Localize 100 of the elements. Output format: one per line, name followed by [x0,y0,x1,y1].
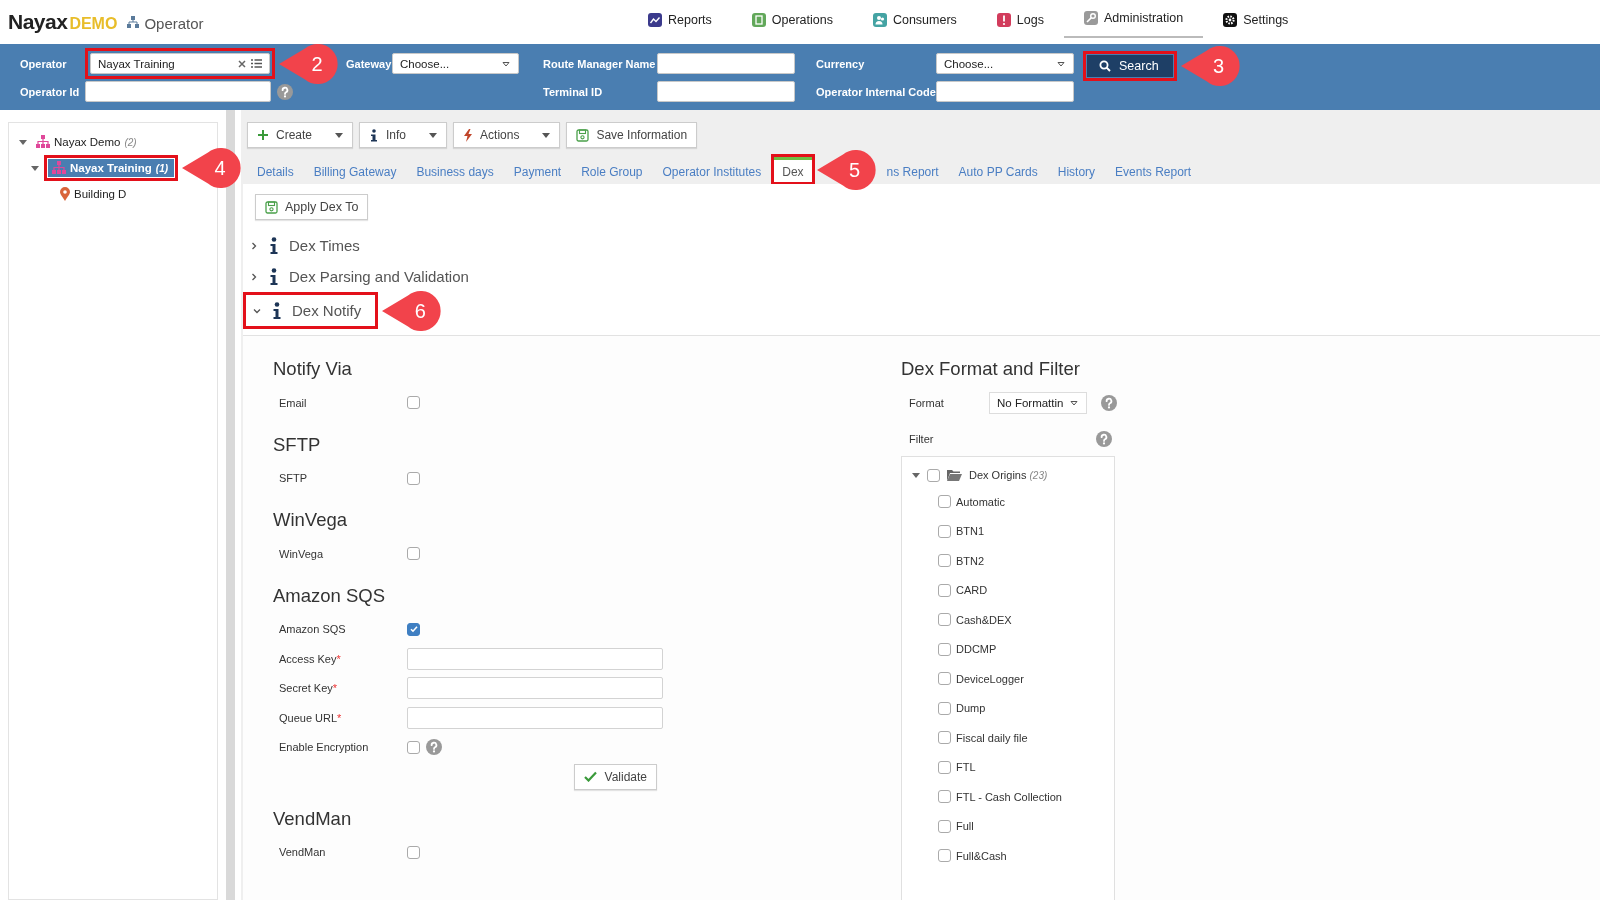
expand-icon[interactable] [912,471,920,479]
checkbox[interactable] [938,760,951,774]
checkbox[interactable] [938,701,951,715]
tree-item[interactable]: Fiscal daily file [956,731,1028,744]
tab[interactable]: ns Report [876,156,949,184]
checkbox[interactable] [938,731,951,745]
tab[interactable]: Operator Institutes [652,156,772,184]
splitter-handle[interactable] [226,110,235,900]
dropdown-button[interactable]: Actions [453,122,561,148]
tree-item[interactable]: Full&Cash [956,849,1007,862]
tab[interactable]: Role Group [571,156,653,184]
tree-item[interactable]: Building D [56,185,133,203]
tab[interactable]: Business days [406,156,504,184]
checkbox[interactable] [407,740,420,754]
dropdown[interactable]: Choose... [936,53,1074,74]
tab[interactable]: Auto PP Cards [948,156,1048,184]
checkbox[interactable] [407,396,420,410]
callout-badge: 6 [380,288,443,333]
tree-item[interactable]: FTL [956,761,976,774]
nav-link[interactable]: Settings [1203,0,1309,42]
checkbox[interactable] [407,547,420,561]
tree-item[interactable]: BTN1 [956,525,985,538]
input-field[interactable] [407,677,663,700]
tree-item[interactable]: Automatic [956,495,1005,508]
help-icon[interactable] [426,739,442,756]
search-button[interactable]: Search [1087,55,1173,77]
logo: Nayax [8,10,68,34]
tree-item[interactable]: Nayax Training (1) [48,159,175,177]
field-label: SFTP [278,472,309,485]
tree-item[interactable]: FTL - Cash Collection [956,790,1062,803]
hierarchy-icon [52,161,66,175]
input-field[interactable] [657,53,795,74]
tree-item[interactable]: BTN2 [956,554,985,567]
checkbox[interactable] [938,790,951,804]
info-icon [369,128,380,142]
lookup-field[interactable]: Nayax Training [90,53,270,74]
checkbox[interactable] [938,583,951,597]
nav-link[interactable]: Operations [731,0,853,42]
floppy-icon [265,200,278,214]
tree-item[interactable]: DDCMP [956,643,997,656]
callout-badge: 4 [180,146,243,190]
help-icon[interactable] [277,83,293,100]
tab[interactable]: Dex [774,157,812,182]
input-field[interactable] [407,706,663,729]
field-label: Access Key* [278,652,342,665]
checkbox[interactable] [938,849,951,863]
clear-icon[interactable] [238,59,246,68]
lightning-icon [463,128,474,142]
tab[interactable]: History [1047,156,1106,184]
tree-item[interactable]: Nayax Demo (2) [32,133,143,151]
help-icon[interactable] [1096,431,1112,447]
info-icon [269,236,279,255]
checkbox[interactable] [407,845,420,859]
expand-icon[interactable] [19,138,27,146]
checkbox[interactable] [938,672,951,686]
group-heading: WinVega [273,509,349,532]
input-field[interactable] [936,81,1074,102]
help-icon[interactable] [1101,395,1118,411]
input-field[interactable] [657,81,795,102]
group-heading: Notify Via [273,358,353,381]
checkbox[interactable] [938,613,951,627]
checkbox[interactable] [938,495,951,509]
input-field[interactable] [407,647,663,670]
section-header[interactable]: Dex Times [243,230,1600,261]
input-field[interactable] [85,81,271,102]
checkbox[interactable] [407,471,420,485]
tree-item[interactable]: Dump [956,702,986,715]
group-heading: SFTP [273,433,322,457]
checkbox[interactable] [938,819,951,833]
tree-item[interactable]: Cash&DEX [956,613,1012,626]
dropdown[interactable]: Choose... [392,53,519,74]
tab[interactable]: Payment [503,156,572,184]
dropdown-button[interactable]: Info [359,122,448,148]
dropdown[interactable]: No Formattin [989,392,1088,414]
tab[interactable]: Events Report [1105,156,1202,184]
tab[interactable]: Billing Gateway [303,156,407,184]
toolbar-button[interactable]: Save Information [566,122,698,148]
checkbox[interactable] [927,468,940,482]
checkbox[interactable] [938,642,951,656]
floppy-icon [576,128,590,142]
gear-icon [1223,13,1238,27]
nav-link[interactable]: Reports [628,0,732,42]
tree-item[interactable]: CARD [956,584,988,597]
nav-link[interactable]: Logs [976,0,1064,42]
apply-button[interactable]: Apply Dex To [255,194,369,220]
checkbox[interactable] [938,554,951,568]
section-header[interactable]: Dex Notify [246,295,362,326]
expand-icon[interactable] [31,164,39,172]
field-label: WinVega [278,547,325,560]
tree-item[interactable]: Full [956,820,974,833]
dropdown-button[interactable]: Create [247,122,354,148]
validate-button[interactable]: Validate [573,763,657,790]
checkbox[interactable] [938,524,951,538]
tree-item[interactable]: DeviceLogger [956,672,1024,685]
checkbox[interactable] [407,622,420,636]
nav-link[interactable]: Consumers [852,0,977,42]
nav-link[interactable]: Administration [1063,0,1204,38]
tree-item[interactable]: Dex Origins (23) [969,469,1048,481]
tab[interactable]: Details [247,156,304,184]
list-icon[interactable] [251,59,262,68]
